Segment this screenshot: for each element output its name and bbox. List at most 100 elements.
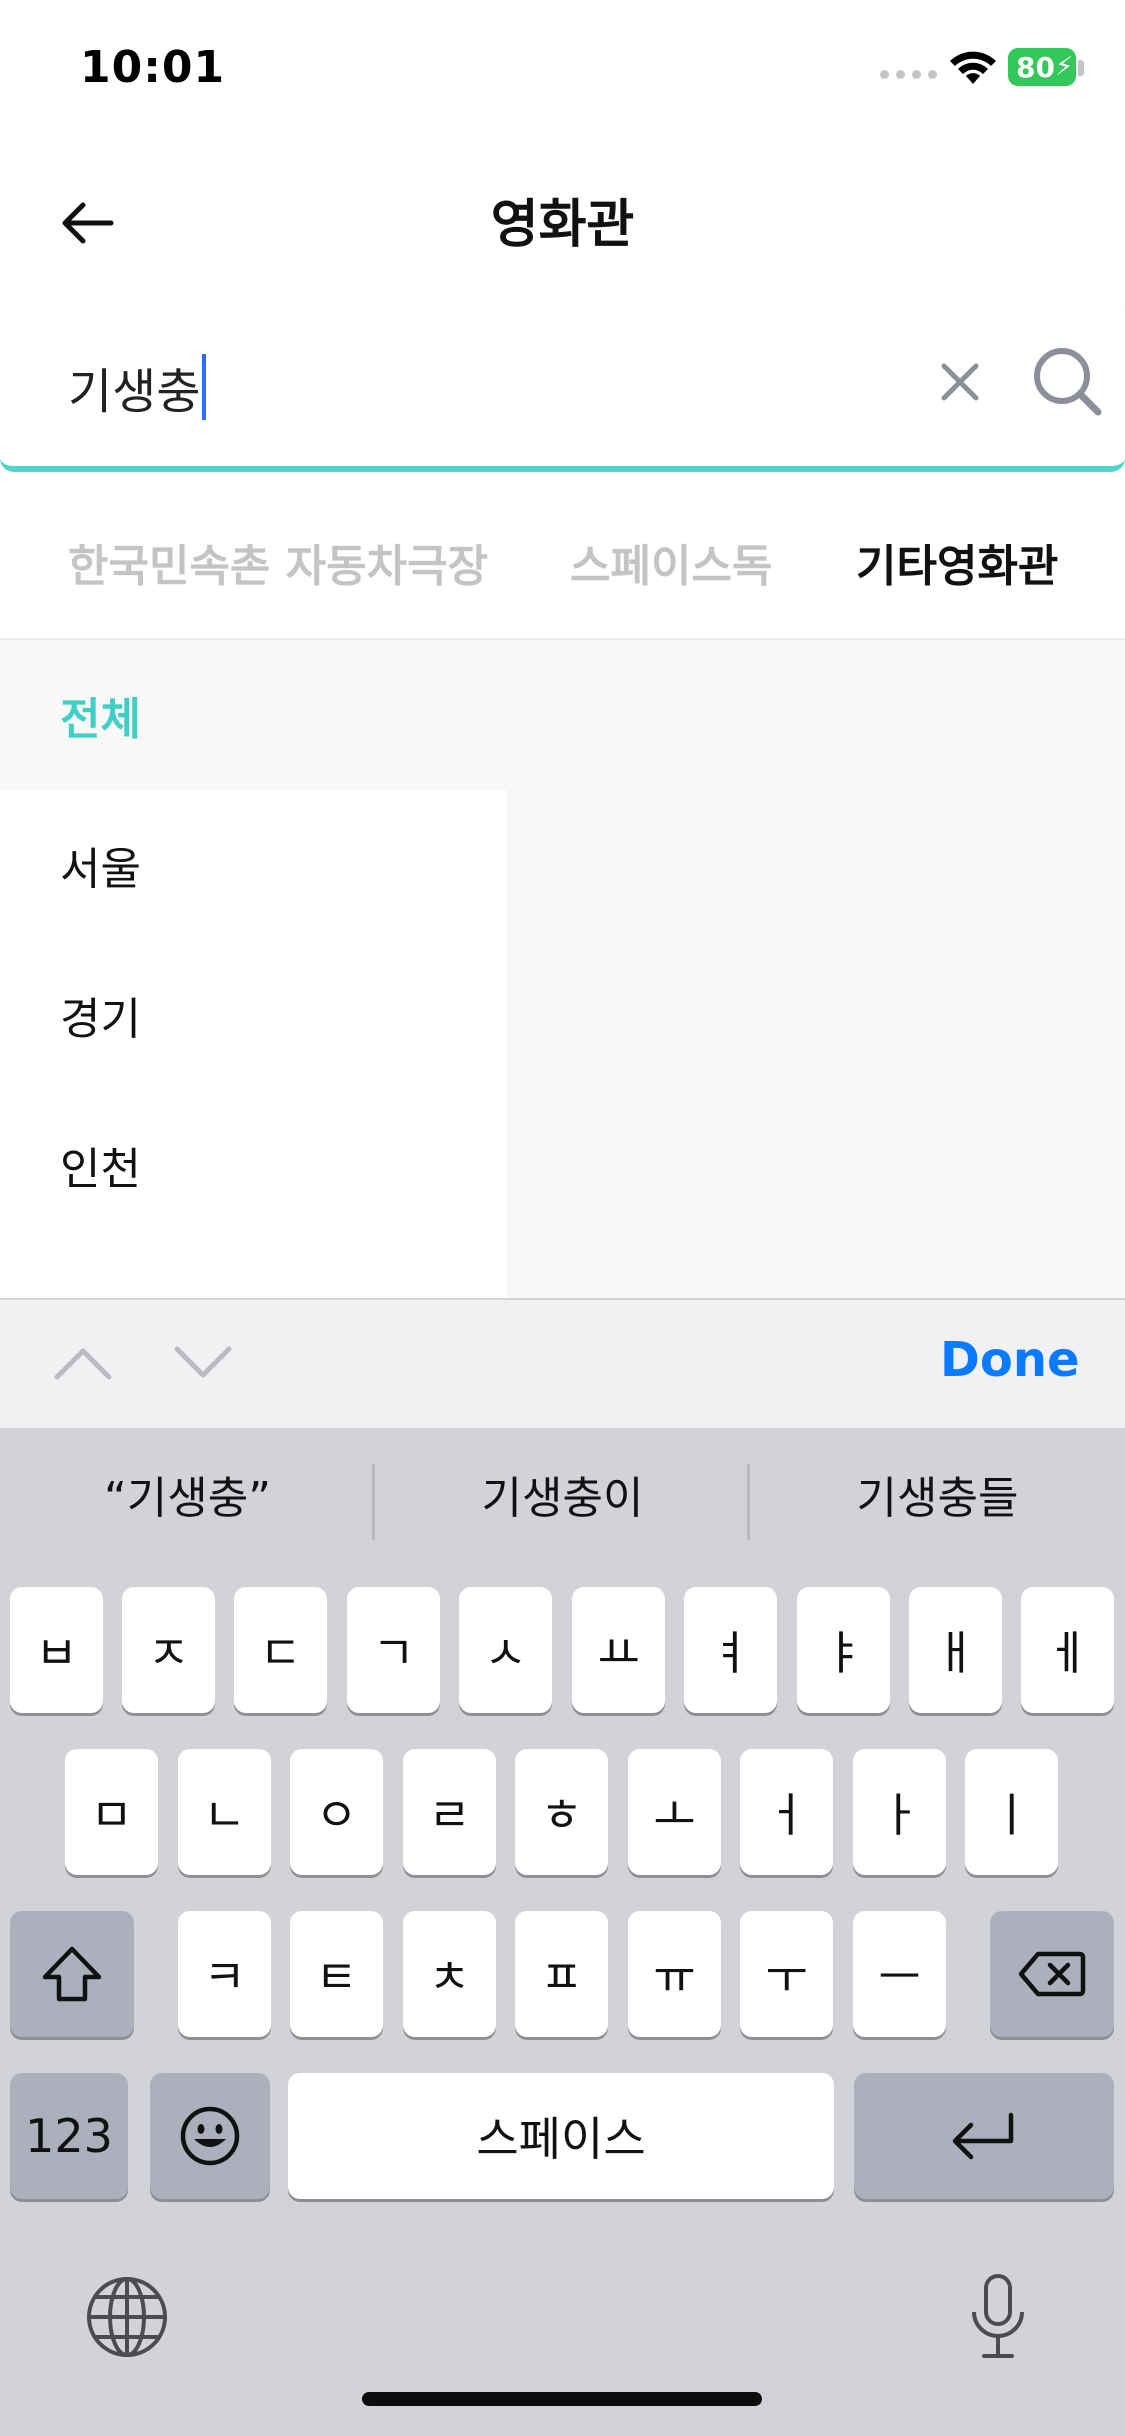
- wifi-icon: [950, 51, 996, 84]
- search-icon: [1034, 348, 1102, 416]
- search-input[interactable]: 기생충: [68, 352, 207, 422]
- home-indicator: [362, 2392, 762, 2406]
- key[interactable]: ㅂ: [10, 1587, 103, 1713]
- search-button[interactable]: [1026, 340, 1108, 422]
- key[interactable]: ㅈ: [122, 1587, 215, 1713]
- region-item-gyeonggi[interactable]: 경기: [0, 940, 507, 1090]
- key-label: 스페이스: [476, 2112, 646, 2166]
- close-icon: [941, 363, 979, 401]
- key-label: ㅁ: [90, 1788, 133, 1842]
- key[interactable]: ㅛ: [572, 1587, 665, 1713]
- search-box[interactable]: 기생충: [0, 300, 1125, 472]
- region-panel: 전체 서울 경기 인천: [0, 640, 1125, 1298]
- key[interactable]: ㄱ: [347, 1587, 440, 1713]
- space-key[interactable]: 스페이스: [288, 2073, 834, 2199]
- suggestion-item[interactable]: 기생충들: [750, 1462, 1125, 1526]
- battery-icon: 80 ⚡: [1008, 48, 1076, 86]
- key[interactable]: ㅔ: [1021, 1587, 1114, 1713]
- key[interactable]: ㅣ: [965, 1749, 1058, 1875]
- key-label: ㅈ: [147, 1626, 190, 1680]
- return-key[interactable]: [854, 2073, 1114, 2199]
- shift-key[interactable]: [10, 1911, 134, 2037]
- suggestion-item[interactable]: “기생충”: [0, 1462, 375, 1526]
- key[interactable]: ㅋ: [178, 1911, 271, 2037]
- previous-field-button[interactable]: [48, 1328, 118, 1398]
- key-label: ㅔ: [1046, 1626, 1089, 1680]
- shift-icon: [42, 1946, 102, 2002]
- key[interactable]: ㅑ: [797, 1587, 890, 1713]
- done-button[interactable]: Done: [940, 1332, 1080, 1388]
- text-cursor: [202, 354, 207, 420]
- tab-other-theaters[interactable]: 기타영화관: [856, 530, 1058, 594]
- tab-korean-folk-village-drive-in[interactable]: 한국민속촌 자동차극장: [68, 530, 488, 594]
- key[interactable]: ㅎ: [515, 1749, 608, 1875]
- globe-button[interactable]: [80, 2270, 174, 2364]
- key[interactable]: ㅌ: [290, 1911, 383, 2037]
- key-label: ㅊ: [428, 1950, 471, 2004]
- backspace-icon: [1018, 1951, 1086, 1997]
- clear-button[interactable]: [930, 352, 990, 412]
- key[interactable]: ㅕ: [684, 1587, 777, 1713]
- region-item-partial: [0, 1240, 507, 1298]
- key-label: ㅂ: [35, 1626, 78, 1680]
- key[interactable]: ㅡ: [853, 1911, 946, 2037]
- battery-level: 80: [1016, 50, 1055, 84]
- page-title: 영화관: [490, 195, 635, 255]
- korean-keyboard: “기생충” 기생충이 기생충들 ㅂ ㅈ ㄷ ㄱ ㅅ ㅛ ㅕ ㅑ ㅐ ㅔ ㅁ ㄴ …: [0, 1428, 1125, 2436]
- chevron-up-icon: [54, 1348, 112, 1380]
- key[interactable]: ㅊ: [403, 1911, 496, 2037]
- key-label: ㅠ: [653, 1950, 696, 2004]
- key-label: ㅑ: [822, 1626, 865, 1680]
- key-label: ㅛ: [597, 1626, 640, 1680]
- key-label: ㅅ: [484, 1626, 527, 1680]
- key-label: ㅌ: [315, 1950, 358, 2004]
- key[interactable]: ㅜ: [740, 1911, 833, 2037]
- key-label: ㅐ: [934, 1626, 977, 1680]
- tab-spacedog[interactable]: 스페이스독: [570, 530, 772, 594]
- key-label: ㅏ: [878, 1788, 921, 1842]
- key[interactable]: ㅠ: [628, 1911, 721, 2037]
- key[interactable]: ㅍ: [515, 1911, 608, 2037]
- key-label: ㅓ: [765, 1788, 808, 1842]
- suggestion-bar: “기생충” 기생충이 기생충들: [0, 1428, 1125, 1578]
- emoji-icon: [180, 2106, 240, 2166]
- key-label: ㅗ: [653, 1788, 696, 1842]
- search-query: 기생충: [68, 364, 201, 420]
- key[interactable]: ㄴ: [178, 1749, 271, 1875]
- key[interactable]: ㅁ: [65, 1749, 158, 1875]
- region-list: 전체 서울 경기 인천: [0, 640, 507, 1298]
- key-label: ㄱ: [372, 1626, 415, 1680]
- key[interactable]: ㄹ: [403, 1749, 496, 1875]
- key[interactable]: ㅗ: [628, 1749, 721, 1875]
- key[interactable]: ㅅ: [459, 1587, 552, 1713]
- key-label: ㅍ: [540, 1950, 583, 2004]
- region-item-all[interactable]: 전체: [0, 640, 507, 790]
- key-label: ㄹ: [428, 1788, 471, 1842]
- region-item-seoul[interactable]: 서울: [0, 790, 507, 940]
- globe-icon: [87, 2277, 167, 2357]
- key[interactable]: ㅓ: [740, 1749, 833, 1875]
- status-bar: 10:01 80 ⚡: [0, 0, 1125, 140]
- microphone-icon: [972, 2274, 1024, 2358]
- suggestion-item[interactable]: 기생충이: [375, 1462, 750, 1526]
- numbers-key[interactable]: 123: [10, 2073, 128, 2199]
- theater-tabs: 한국민속촌 자동차극장 스페이스독 기타영화관: [0, 500, 1125, 640]
- key-label: ㄴ: [203, 1788, 246, 1842]
- key[interactable]: ㄷ: [234, 1587, 327, 1713]
- next-field-button[interactable]: [168, 1328, 238, 1398]
- key-label: ㅋ: [203, 1950, 246, 2004]
- keyboard-accessory-bar: Done: [0, 1298, 1125, 1428]
- key-label: ㅎ: [540, 1788, 583, 1842]
- key[interactable]: ㅏ: [853, 1749, 946, 1875]
- key-label: ㅕ: [709, 1626, 752, 1680]
- key[interactable]: ㅐ: [909, 1587, 1002, 1713]
- key-label: ㅣ: [990, 1788, 1033, 1842]
- backspace-key[interactable]: [990, 1911, 1114, 2037]
- dictation-button[interactable]: [956, 2270, 1040, 2364]
- region-item-incheon[interactable]: 인천: [0, 1090, 507, 1240]
- emoji-key[interactable]: [150, 2073, 270, 2199]
- key[interactable]: ㅇ: [290, 1749, 383, 1875]
- key-label: ㅇ: [315, 1788, 358, 1842]
- status-time: 10:01: [80, 42, 226, 93]
- key-label: ㅡ: [878, 1950, 921, 2004]
